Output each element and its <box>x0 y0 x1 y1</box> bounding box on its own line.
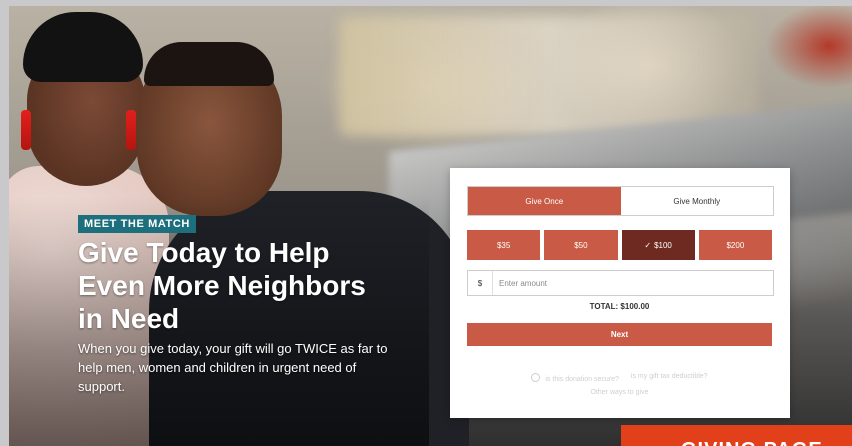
currency-symbol: $ <box>468 271 493 295</box>
other-ways-link[interactable]: Other ways to give <box>467 389 772 396</box>
amount-label: $100 <box>654 240 672 250</box>
amount-35-button[interactable]: $35 <box>467 230 541 260</box>
give-once-button[interactable]: Give Once <box>468 187 621 215</box>
donation-total: TOTAL: $100.00 <box>589 302 650 311</box>
secure-info: is this donation secure? is my gift tax … <box>467 373 772 383</box>
lock-icon <box>531 373 541 382</box>
donation-card: Give Once Give Monthly $35 $50 ✓ $100 $2… <box>450 168 790 418</box>
amount-200-button[interactable]: $200 <box>698 230 772 260</box>
frequency-toggle: Give Once Give Monthly <box>467 186 774 216</box>
giving-page-button[interactable]: GIVING PAGE <box>621 425 852 446</box>
custom-amount-field: $ <box>467 270 774 296</box>
page-frame: MEET THE MATCH Give Today to Help Even M… <box>9 6 852 446</box>
custom-amount-input[interactable] <box>493 271 773 295</box>
earring-left <box>21 110 31 150</box>
amount-label: $50 <box>574 240 588 250</box>
tax-deductible-link[interactable]: is my gift tax deductible? <box>631 373 708 383</box>
check-icon: ✓ <box>644 240 652 250</box>
earring-right <box>126 110 136 150</box>
amount-label: $35 <box>496 240 511 250</box>
amount-100-button[interactable]: ✓ $100 <box>621 230 695 260</box>
secure-link[interactable]: is this donation secure? <box>531 373 619 383</box>
hero-subtext: When you give today, your gift will go T… <box>78 341 388 394</box>
next-button[interactable]: Next <box>467 323 772 346</box>
amount-label: $200 <box>726 240 745 250</box>
amount-50-button[interactable]: $50 <box>544 230 618 260</box>
boy-hair <box>144 42 274 86</box>
hero-headline: Give Today to Help Even More Neighbors i… <box>78 237 366 334</box>
secure-link-label: is this donation secure? <box>545 376 619 383</box>
amount-options: $35 $50 ✓ $100 $200 <box>467 230 772 260</box>
meet-the-match-badge: MEET THE MATCH <box>78 215 196 233</box>
give-monthly-button[interactable]: Give Monthly <box>620 187 773 215</box>
